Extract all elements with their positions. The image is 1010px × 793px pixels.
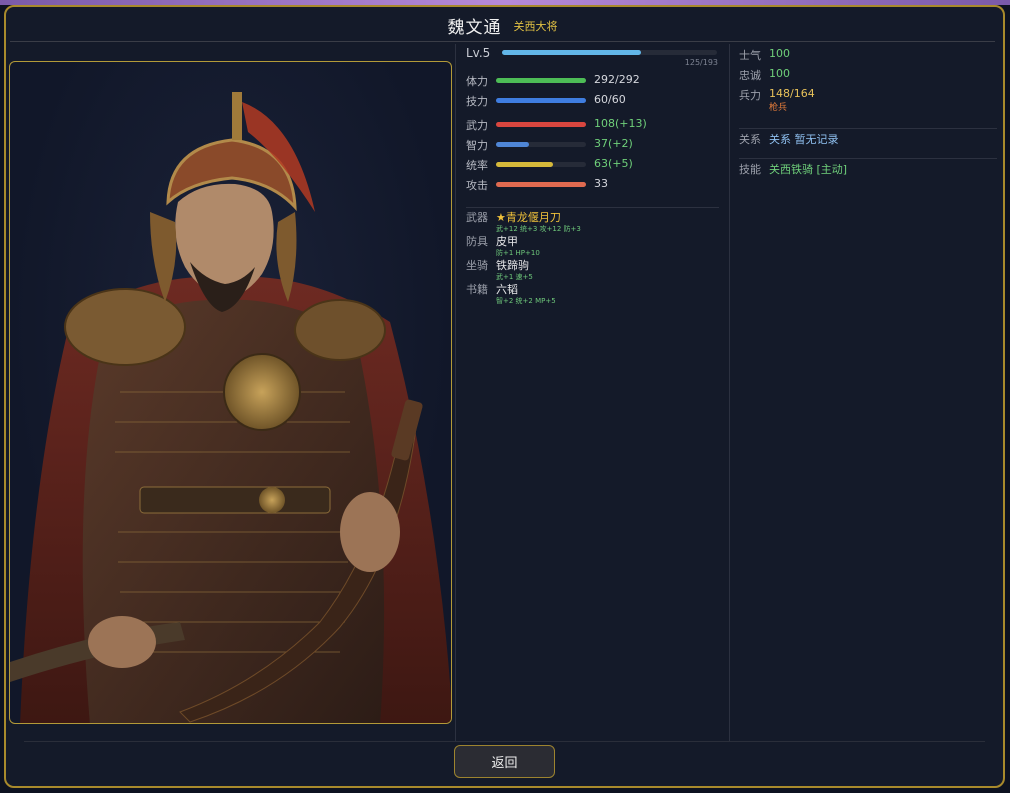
stat-bar-fill <box>496 182 586 187</box>
stat-bar-fill <box>496 142 530 147</box>
troops-label: 兵力 <box>739 89 761 102</box>
equipment-name: 六韬 <box>496 283 518 296</box>
stat-value: 60/60 <box>594 93 626 106</box>
equipment-name: 铁蹄驹 <box>496 259 529 272</box>
exp-bar-fill <box>502 50 642 55</box>
equipment-bonus: 智+2 统+2 MP+5 <box>496 297 556 305</box>
stat-value: 37(+2) <box>594 137 633 150</box>
morale-row: 士气 100 <box>739 47 997 63</box>
stat-value: 108(+13) <box>594 117 647 130</box>
stats-column: Lv.5 125/193 体力 292/292 技力 60/60 武力 108(… <box>466 44 720 192</box>
back-button[interactable]: 返回 <box>454 745 555 778</box>
general-portrait <box>9 61 452 724</box>
equipment-name: ★青龙偃月刀 <box>496 211 561 224</box>
title-bar: 魏文通 关西大将 <box>10 10 995 42</box>
loyalty-value: 100 <box>769 67 790 80</box>
stat-bar-fill <box>496 78 586 83</box>
level-row: Lv.5 125/193 <box>466 44 720 68</box>
stat-bar <box>496 182 586 187</box>
stat-row-strength: 武力 108(+13) <box>466 117 720 133</box>
skill-row[interactable]: 技能 关西铁骑 [主动] <box>739 161 997 177</box>
stat-label: 攻击 <box>466 179 488 192</box>
stat-bar <box>496 98 586 103</box>
status-divider <box>739 158 997 159</box>
relations-label: 关系 <box>739 133 761 146</box>
relations-value: 关系 暂无记录 <box>769 133 839 146</box>
exp-value: 125/193 <box>684 58 718 67</box>
stat-label: 智力 <box>466 139 488 152</box>
morale-value: 100 <box>769 47 790 60</box>
status-divider <box>739 128 997 129</box>
general-name: 魏文通 <box>447 18 502 38</box>
stat-value: 292/292 <box>594 73 640 86</box>
level-label: Lv.5 <box>466 46 491 60</box>
stat-bar <box>496 142 586 147</box>
troops-value: 148/164 <box>769 87 815 100</box>
stat-row-attack: 攻击 33 <box>466 177 720 193</box>
stat-value: 33 <box>594 177 608 190</box>
troop-type: 枪兵 <box>769 103 788 113</box>
equipment-divider <box>466 207 719 208</box>
stat-bar-fill <box>496 122 586 127</box>
stat-row-hp: 体力 292/292 <box>466 73 720 89</box>
equipment-slot-label: 防具 <box>466 235 488 248</box>
stat-label: 体力 <box>466 75 488 88</box>
column-divider-right <box>729 44 730 741</box>
stat-bar-fill <box>496 162 553 167</box>
general-portrait-illustration <box>10 92 451 723</box>
loyalty-row: 忠诚 100 <box>739 67 997 83</box>
stat-bar <box>496 78 586 83</box>
exp-bar <box>502 50 717 55</box>
column-divider-left <box>455 44 456 741</box>
loyalty-label: 忠诚 <box>739 69 761 82</box>
stat-label: 统率 <box>466 159 488 172</box>
stat-row-intelligence: 智力 37(+2) <box>466 137 720 153</box>
stat-label: 武力 <box>466 119 488 132</box>
stat-bar <box>496 162 586 167</box>
equipment-slot-label: 武器 <box>466 211 488 224</box>
troops-row: 兵力 148/164 枪兵 <box>739 87 997 115</box>
stat-value: 63(+5) <box>594 157 633 170</box>
skill-value: 关西铁骑 [主动] <box>769 163 848 176</box>
morale-label: 士气 <box>739 49 761 62</box>
equipment-slot-label: 坐骑 <box>466 259 488 272</box>
skill-label: 技能 <box>739 163 761 176</box>
general-title: 关西大将 <box>513 19 558 33</box>
stat-label: 技力 <box>466 95 488 108</box>
equipment-slot-label: 书籍 <box>466 283 488 296</box>
equipment-name: 皮甲 <box>496 235 518 248</box>
stat-bar-fill <box>496 98 586 103</box>
stat-bar <box>496 122 586 127</box>
footer-divider <box>24 741 985 742</box>
relations-row: 关系 关系 暂无记录 <box>739 131 997 147</box>
stat-row-skill-points: 技力 60/60 <box>466 93 720 109</box>
stat-row-leadership: 统率 63(+5) <box>466 157 720 173</box>
